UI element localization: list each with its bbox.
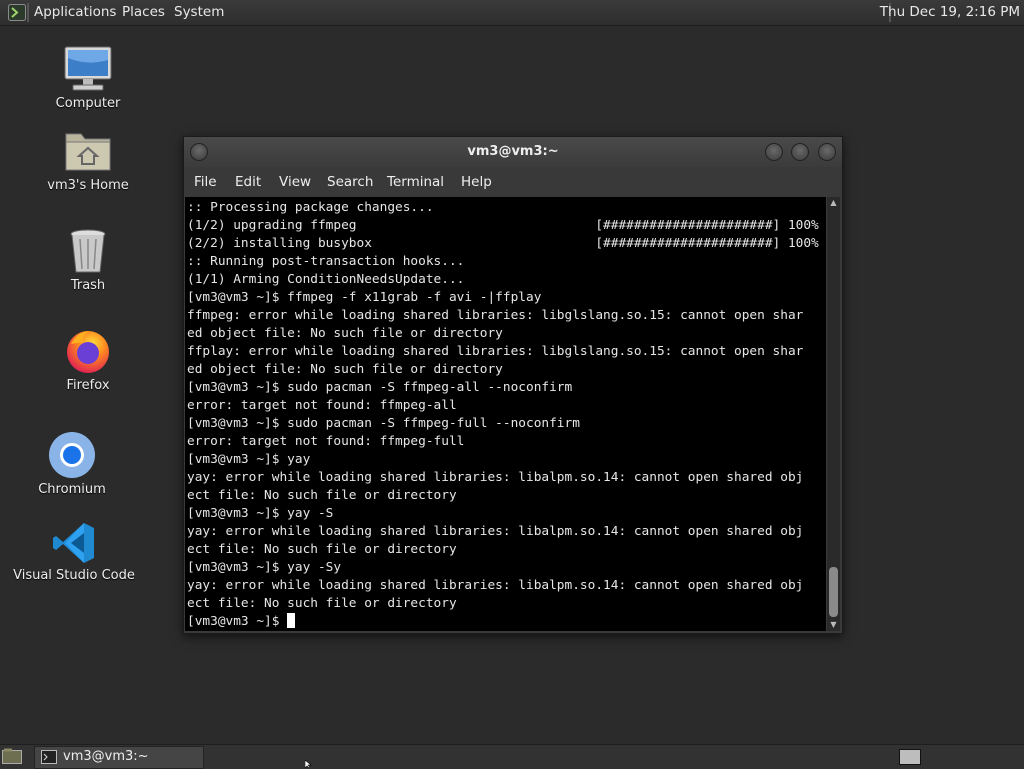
menu-applications[interactable]: Applications <box>34 4 116 20</box>
trash-icon <box>70 229 106 273</box>
terminal-line: error: target not found: ffmpeg-all <box>187 398 457 413</box>
window-title: vm3@vm3:~ <box>467 144 559 159</box>
bottom-panel: vm3@vm3:~ <box>0 744 1024 769</box>
terminal-prompt: [vm3@vm3 ~]$ <box>187 614 288 629</box>
terminal-line: :: Processing package changes... <box>187 200 434 215</box>
desktop-icon-home[interactable]: vm3's Home <box>23 126 153 193</box>
terminal-line: ed object file: No such file or director… <box>187 326 503 341</box>
terminal-line: [vm3@vm3 ~]$ sudo pacman -S ffmpeg-all -… <box>187 380 573 395</box>
menu-view[interactable]: View <box>279 174 311 190</box>
menu-places[interactable]: Places <box>122 4 165 20</box>
text-cursor <box>287 613 296 628</box>
top-panel: Applications Places System Thu Dec 19, 2… <box>0 0 1024 26</box>
terminal-line: [vm3@vm3 ~]$ yay <box>187 452 311 467</box>
minimize-button[interactable] <box>765 143 783 161</box>
desktop-icon-computer[interactable]: Computer <box>23 44 153 111</box>
terminal-line: ffplay: error while loading shared libra… <box>187 344 804 359</box>
terminal-line: :: Running post-transaction hooks... <box>187 254 465 269</box>
terminal-line: ect file: No such file or directory <box>187 488 457 503</box>
terminal-line: ect file: No such file or directory <box>187 542 457 557</box>
workspace-switcher[interactable] <box>899 749 921 765</box>
terminal-line: [vm3@vm3 ~]$ yay -S <box>187 506 334 521</box>
terminal-line: yay: error while loading shared librarie… <box>187 578 804 593</box>
scroll-up-arrow-icon[interactable]: ▲ <box>827 197 840 209</box>
desktop-icon-trash[interactable]: Trash <box>23 226 153 293</box>
mouse-pointer-icon <box>305 760 312 768</box>
panel-separator <box>27 3 29 22</box>
desktop-icon-label: Trash <box>70 278 106 293</box>
maximize-button[interactable] <box>791 143 809 161</box>
terminal-output[interactable]: :: Processing package changes... (1/2) u… <box>185 197 826 631</box>
terminal-line: ffmpeg: error while loading shared libra… <box>187 308 804 323</box>
menu-terminal[interactable]: Terminal <box>387 174 444 190</box>
home-folder-icon <box>65 133 111 171</box>
terminal-line: (1/2) upgrading ffmpeg [################… <box>187 218 819 233</box>
terminal-line: [vm3@vm3 ~]$ ffmpeg -f x11grab -f avi -|… <box>187 290 542 305</box>
taskbar-terminal-button[interactable]: vm3@vm3:~ <box>34 746 204 769</box>
terminal-line: [vm3@vm3 ~]$ sudo pacman -S ffmpeg-full … <box>187 416 580 431</box>
scroll-down-arrow-icon[interactable]: ▼ <box>827 619 840 631</box>
window-menu-icon[interactable] <box>190 143 208 161</box>
menu-search[interactable]: Search <box>327 174 373 190</box>
vscode-icon <box>53 523 94 563</box>
desktop-icon-label: vm3's Home <box>47 178 129 193</box>
menu-help[interactable]: Help <box>461 174 492 190</box>
terminal-line: ed object file: No such file or director… <box>187 362 503 377</box>
applications-icon[interactable] <box>8 4 26 21</box>
terminal-menubar: File Edit View Search Terminal Help <box>184 167 842 197</box>
clock[interactable]: Thu Dec 19, 2:16 PM <box>880 4 1020 20</box>
terminal-line: (1/1) Arming ConditionNeedsUpdate... <box>187 272 465 287</box>
menu-file[interactable]: File <box>194 174 217 190</box>
terminal-window: vm3@vm3:~ File Edit View Search Terminal… <box>183 136 843 634</box>
scrollbar-thumb[interactable] <box>829 567 838 617</box>
firefox-icon <box>67 331 109 373</box>
terminal-app-icon <box>41 750 57 768</box>
desktop-icon-label: Computer <box>55 96 121 111</box>
menu-edit[interactable]: Edit <box>235 174 261 190</box>
desktop-icon-chromium[interactable]: Chromium <box>7 430 137 497</box>
terminal-line: ect file: No such file or directory <box>187 596 457 611</box>
desktop-icon-label: Chromium <box>38 482 106 497</box>
terminal-line: [vm3@vm3 ~]$ yay -Sy <box>187 560 342 575</box>
terminal-line: yay: error while loading shared librarie… <box>187 524 804 539</box>
show-desktop-icon[interactable] <box>2 748 22 764</box>
terminal-line: error: target not found: ffmpeg-full <box>187 434 465 449</box>
desktop-icon-firefox[interactable]: Firefox <box>23 326 153 393</box>
window-titlebar[interactable]: vm3@vm3:~ <box>184 137 842 167</box>
computer-icon <box>64 46 112 91</box>
desktop-icon-label: Visual Studio Code <box>13 568 135 583</box>
menu-system[interactable]: System <box>174 4 224 20</box>
chromium-icon <box>49 432 95 478</box>
terminal-scrollbar[interactable]: ▲ ▼ <box>827 197 840 631</box>
terminal-line: yay: error while loading shared librarie… <box>187 470 804 485</box>
taskbar-window-label: vm3@vm3:~ <box>63 749 149 764</box>
terminal-line: (2/2) installing busybox [##############… <box>187 236 819 251</box>
desktop-icon-label: Firefox <box>66 378 110 393</box>
close-button[interactable] <box>818 143 836 161</box>
desktop-icon-vscode[interactable]: Visual Studio Code <box>9 520 139 583</box>
